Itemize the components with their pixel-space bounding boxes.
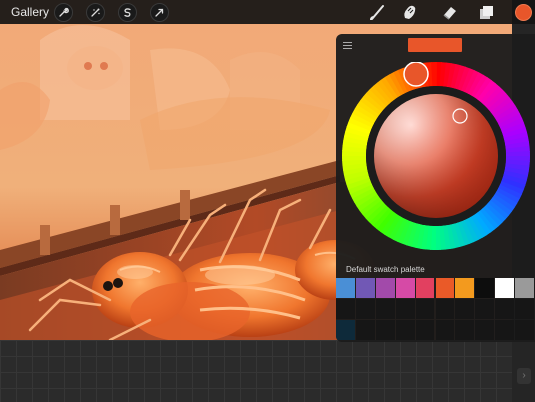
color-swatch[interactable] [435,278,455,298]
color-swatch[interactable] [415,278,435,298]
hue-ring-and-square[interactable] [340,61,532,252]
gallery-button[interactable]: Gallery [11,4,49,20]
wrench-icon[interactable] [54,3,73,22]
color-swatch[interactable] [495,278,515,298]
empty-swatch[interactable] [336,299,355,319]
empty-swatch[interactable] [375,299,395,319]
empty-swatch[interactable] [435,320,455,340]
empty-swatch[interactable] [375,320,395,340]
top-toolbar: Gallery [0,0,535,24]
procreate-screen: › Gallery Default swatch palette [0,0,535,402]
palette-label: Default swatch palette [346,265,425,274]
selection-s-icon[interactable] [118,3,137,22]
color-swatch[interactable] [375,278,395,298]
empty-swatch[interactable] [415,299,435,319]
hue-selector-handle[interactable] [403,61,429,87]
empty-swatch[interactable] [455,320,475,340]
smudge-icon[interactable] [400,2,420,22]
empty-swatch[interactable] [475,320,495,340]
menu-icon[interactable] [343,42,352,49]
empty-swatch[interactable] [495,320,515,340]
magic-wand-icon[interactable] [86,3,105,22]
swatch-grid [336,278,535,342]
saturation-tint [374,94,498,218]
empty-swatch[interactable] [515,299,534,319]
empty-swatch[interactable] [355,320,375,340]
empty-swatch[interactable] [415,320,435,340]
empty-swatch[interactable] [515,320,534,340]
brush-icon[interactable] [368,2,388,22]
color-swatch[interactable] [395,278,415,298]
color-panel: Default swatch palette [336,34,535,342]
empty-swatch[interactable] [395,320,415,340]
empty-swatch[interactable] [355,299,375,319]
color-swatch[interactable] [355,278,375,298]
empty-swatch[interactable] [435,299,455,319]
canvas-workspace-grid [0,340,535,402]
color-swatch[interactable] [475,278,495,298]
layers-icon[interactable] [476,2,496,22]
color-swatch[interactable] [336,320,355,340]
color-swatch[interactable] [455,278,475,298]
color-swatch[interactable] [515,278,534,298]
current-color-swatch [408,38,462,52]
color-swatch[interactable] [336,278,355,298]
chevron-right-icon[interactable]: › [517,368,531,384]
color-wheel[interactable] [340,61,532,252]
arrow-cursor-icon[interactable] [150,3,169,22]
color-button[interactable] [515,4,532,21]
empty-swatch[interactable] [475,299,495,319]
eraser-icon[interactable] [440,2,460,22]
empty-swatch[interactable] [495,299,515,319]
empty-swatch[interactable] [395,299,415,319]
empty-swatch[interactable] [455,299,475,319]
